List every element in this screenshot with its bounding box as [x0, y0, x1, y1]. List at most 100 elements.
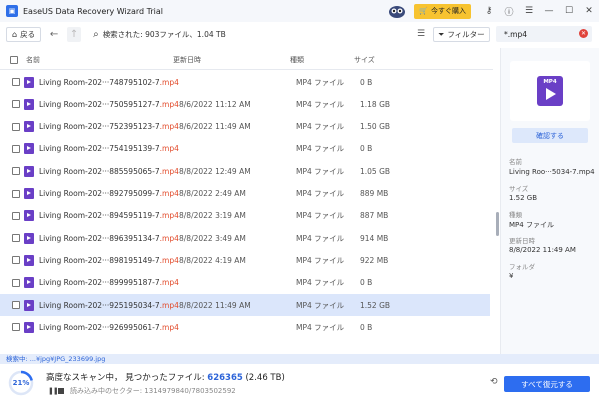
row-checkbox[interactable]	[12, 211, 20, 220]
column-header-type[interactable]: 種類	[290, 55, 354, 65]
recover-all-button[interactable]: すべて復元する	[504, 376, 590, 392]
mp4-file-icon	[24, 121, 34, 133]
table-row[interactable]: Living Room-202···885595065-7.mp4 8/8/202…	[0, 160, 490, 182]
column-header-date[interactable]: 更新日時	[173, 55, 290, 65]
table-row[interactable]: Living Room-202···752395123-7.mp4 8/6/202…	[0, 116, 490, 138]
search-summary-text: 検索された: 903ファイル、1.04 TB	[102, 29, 226, 39]
file-date: 8/8/2022 4:19 AM	[179, 255, 246, 265]
home-icon: ⌂	[12, 29, 18, 39]
mp4-file-icon	[24, 210, 34, 222]
file-size: 922 MB	[360, 255, 389, 265]
nav-back-arrow-icon[interactable]: ←	[47, 27, 61, 42]
row-checkbox[interactable]	[12, 100, 20, 109]
row-checkbox[interactable]	[12, 256, 20, 265]
owl-mascot-icon[interactable]	[388, 4, 406, 18]
file-name: Living Room-202···754195139-7.mp4	[39, 144, 179, 154]
size-value: 1.52 GB	[509, 194, 538, 202]
file-type: MP4 ファイル	[296, 211, 345, 221]
file-size: 1.05 GB	[360, 166, 391, 176]
file-name: Living Room-202···892795099-7.mp4	[39, 189, 179, 198]
file-type: MP4 ファイル	[296, 122, 345, 132]
buy-now-label: 今すぐ購入	[431, 7, 466, 15]
row-checkbox[interactable]	[12, 189, 20, 198]
preview-confirm-button[interactable]: 確認する	[512, 128, 588, 143]
file-type: MP4 ファイル	[296, 144, 345, 154]
modified-value: 8/8/2022 11:49 AM	[509, 246, 576, 254]
size-label: サイズ	[509, 185, 529, 193]
table-row[interactable]: Living Room-202···894595119-7.mp4 8/8/202…	[0, 205, 490, 227]
table-row[interactable]: Living Room-202···899995187-7.mp4 MP4 ファイ…	[0, 272, 490, 294]
column-header-name[interactable]: 名前	[26, 55, 173, 65]
key-icon[interactable]: ⚷	[479, 0, 499, 22]
column-header-size[interactable]: サイズ	[354, 55, 434, 65]
mp4-file-icon	[24, 299, 34, 311]
file-name: Living Room-202···926995061-7.mp4	[39, 322, 179, 332]
stop-icon[interactable]	[58, 388, 64, 394]
row-checkbox[interactable]	[12, 144, 20, 153]
search-summary: ⌕ 検索された: 903ファイル、1.04 TB	[93, 29, 226, 40]
filter-icon: ⏷	[438, 29, 445, 39]
file-type: MP4 ファイル	[296, 77, 345, 87]
row-checkbox[interactable]	[12, 323, 20, 332]
menu-icon[interactable]: ☰	[519, 0, 539, 22]
row-checkbox[interactable]	[12, 167, 20, 176]
file-size: 887 MB	[360, 211, 389, 221]
mp4-file-icon	[24, 321, 34, 333]
table-row[interactable]: Living Room-202···925195034-7.mp4 8/8/202…	[0, 294, 490, 316]
filter-button[interactable]: ⏷ フィルター	[433, 27, 490, 42]
footer: 21% 高度なスキャン中， 見つかったファイル: 626365 (2.46 TB…	[0, 364, 599, 400]
table-row[interactable]: Living Room-202···898195149-7.mp4 8/8/202…	[0, 249, 490, 271]
mp4-file-icon	[24, 277, 34, 289]
mp4-file-icon	[24, 254, 34, 266]
scan-path-status: 検索中: ...¥jpg¥JPG_233699.jpg	[0, 354, 599, 364]
table-row[interactable]: Living Room-202···750595127-7.mp4 8/6/202…	[0, 93, 490, 115]
list-view-icon[interactable]: ☰	[413, 26, 429, 42]
file-size: 914 MB	[360, 233, 389, 243]
row-checkbox[interactable]	[12, 234, 20, 243]
clear-search-icon[interactable]: ✕	[579, 29, 588, 38]
cart-icon: 🛒	[419, 7, 428, 15]
file-size: 1.52 GB	[360, 300, 391, 310]
table-row[interactable]: Living Room-202···754195139-7.mp4 MP4 ファイ…	[0, 138, 490, 160]
row-checkbox[interactable]	[12, 78, 20, 86]
file-date: 8/8/2022 3:19 AM	[179, 211, 246, 221]
table-row[interactable]: Living Room-202···892795099-7.mp4 8/8/202…	[0, 183, 490, 205]
file-name: Living Room-202···894595119-7.mp4	[39, 211, 179, 221]
back-button[interactable]: ⌂ 戻る	[6, 26, 42, 42]
close-icon[interactable]: ✕	[579, 0, 599, 22]
file-type: MP4 ファイル	[296, 255, 345, 265]
pause-icon[interactable]: ❚❚	[48, 387, 59, 395]
row-checkbox[interactable]	[12, 278, 20, 287]
row-checkbox[interactable]	[12, 122, 20, 131]
minimize-icon[interactable]: —	[539, 0, 559, 22]
folder-label: フォルダ	[509, 263, 535, 271]
mp4-file-icon	[24, 188, 34, 199]
nav-up-arrow-icon[interactable]: ↑	[67, 26, 82, 42]
sector-progress: 読み込み中のセクター: 1314979840/7803502592	[70, 387, 236, 395]
file-size: 0 B	[360, 144, 373, 154]
select-all-checkbox[interactable]	[10, 55, 18, 64]
history-icon[interactable]: ⟲	[490, 377, 498, 387]
info-icon[interactable]: ⓘ	[499, 0, 519, 22]
search-input[interactable]: *.mp4 ✕	[496, 26, 592, 42]
name-value: Living Roo···5034-7.mp4	[509, 168, 595, 176]
file-date: 8/8/2022 2:49 AM	[179, 189, 246, 198]
file-size: 0 B	[360, 278, 373, 288]
file-type: MP4 ファイル	[296, 278, 345, 288]
table-row[interactable]: Living Room-202···926995061-7.mp4 MP4 ファイ…	[0, 316, 490, 338]
row-checkbox[interactable]	[12, 301, 20, 309]
file-type: MP4 ファイル	[296, 189, 345, 198]
filter-label: フィルター	[447, 30, 485, 39]
table-row[interactable]: Living Room-202···896395134-7.mp4 8/8/202…	[0, 227, 490, 249]
file-name: Living Room-202···748795102-7.mp4	[39, 77, 179, 87]
detail-panel: MP4 確認する 名前 Living Roo···5034-7.mp4 サイズ …	[500, 48, 599, 354]
type-label: 種類	[509, 211, 522, 219]
table-row[interactable]: Living Room-202···748795102-7.mp4 MP4 ファイ…	[0, 71, 490, 93]
buy-now-button[interactable]: 🛒 今すぐ購入	[414, 3, 471, 19]
maximize-icon[interactable]: ☐	[559, 0, 579, 22]
name-label: 名前	[509, 158, 522, 166]
modified-label: 更新日時	[509, 237, 535, 245]
list-scrollbar[interactable]	[496, 212, 499, 236]
mp4-file-icon	[24, 76, 34, 88]
file-type: MP4 ファイル	[296, 322, 345, 332]
